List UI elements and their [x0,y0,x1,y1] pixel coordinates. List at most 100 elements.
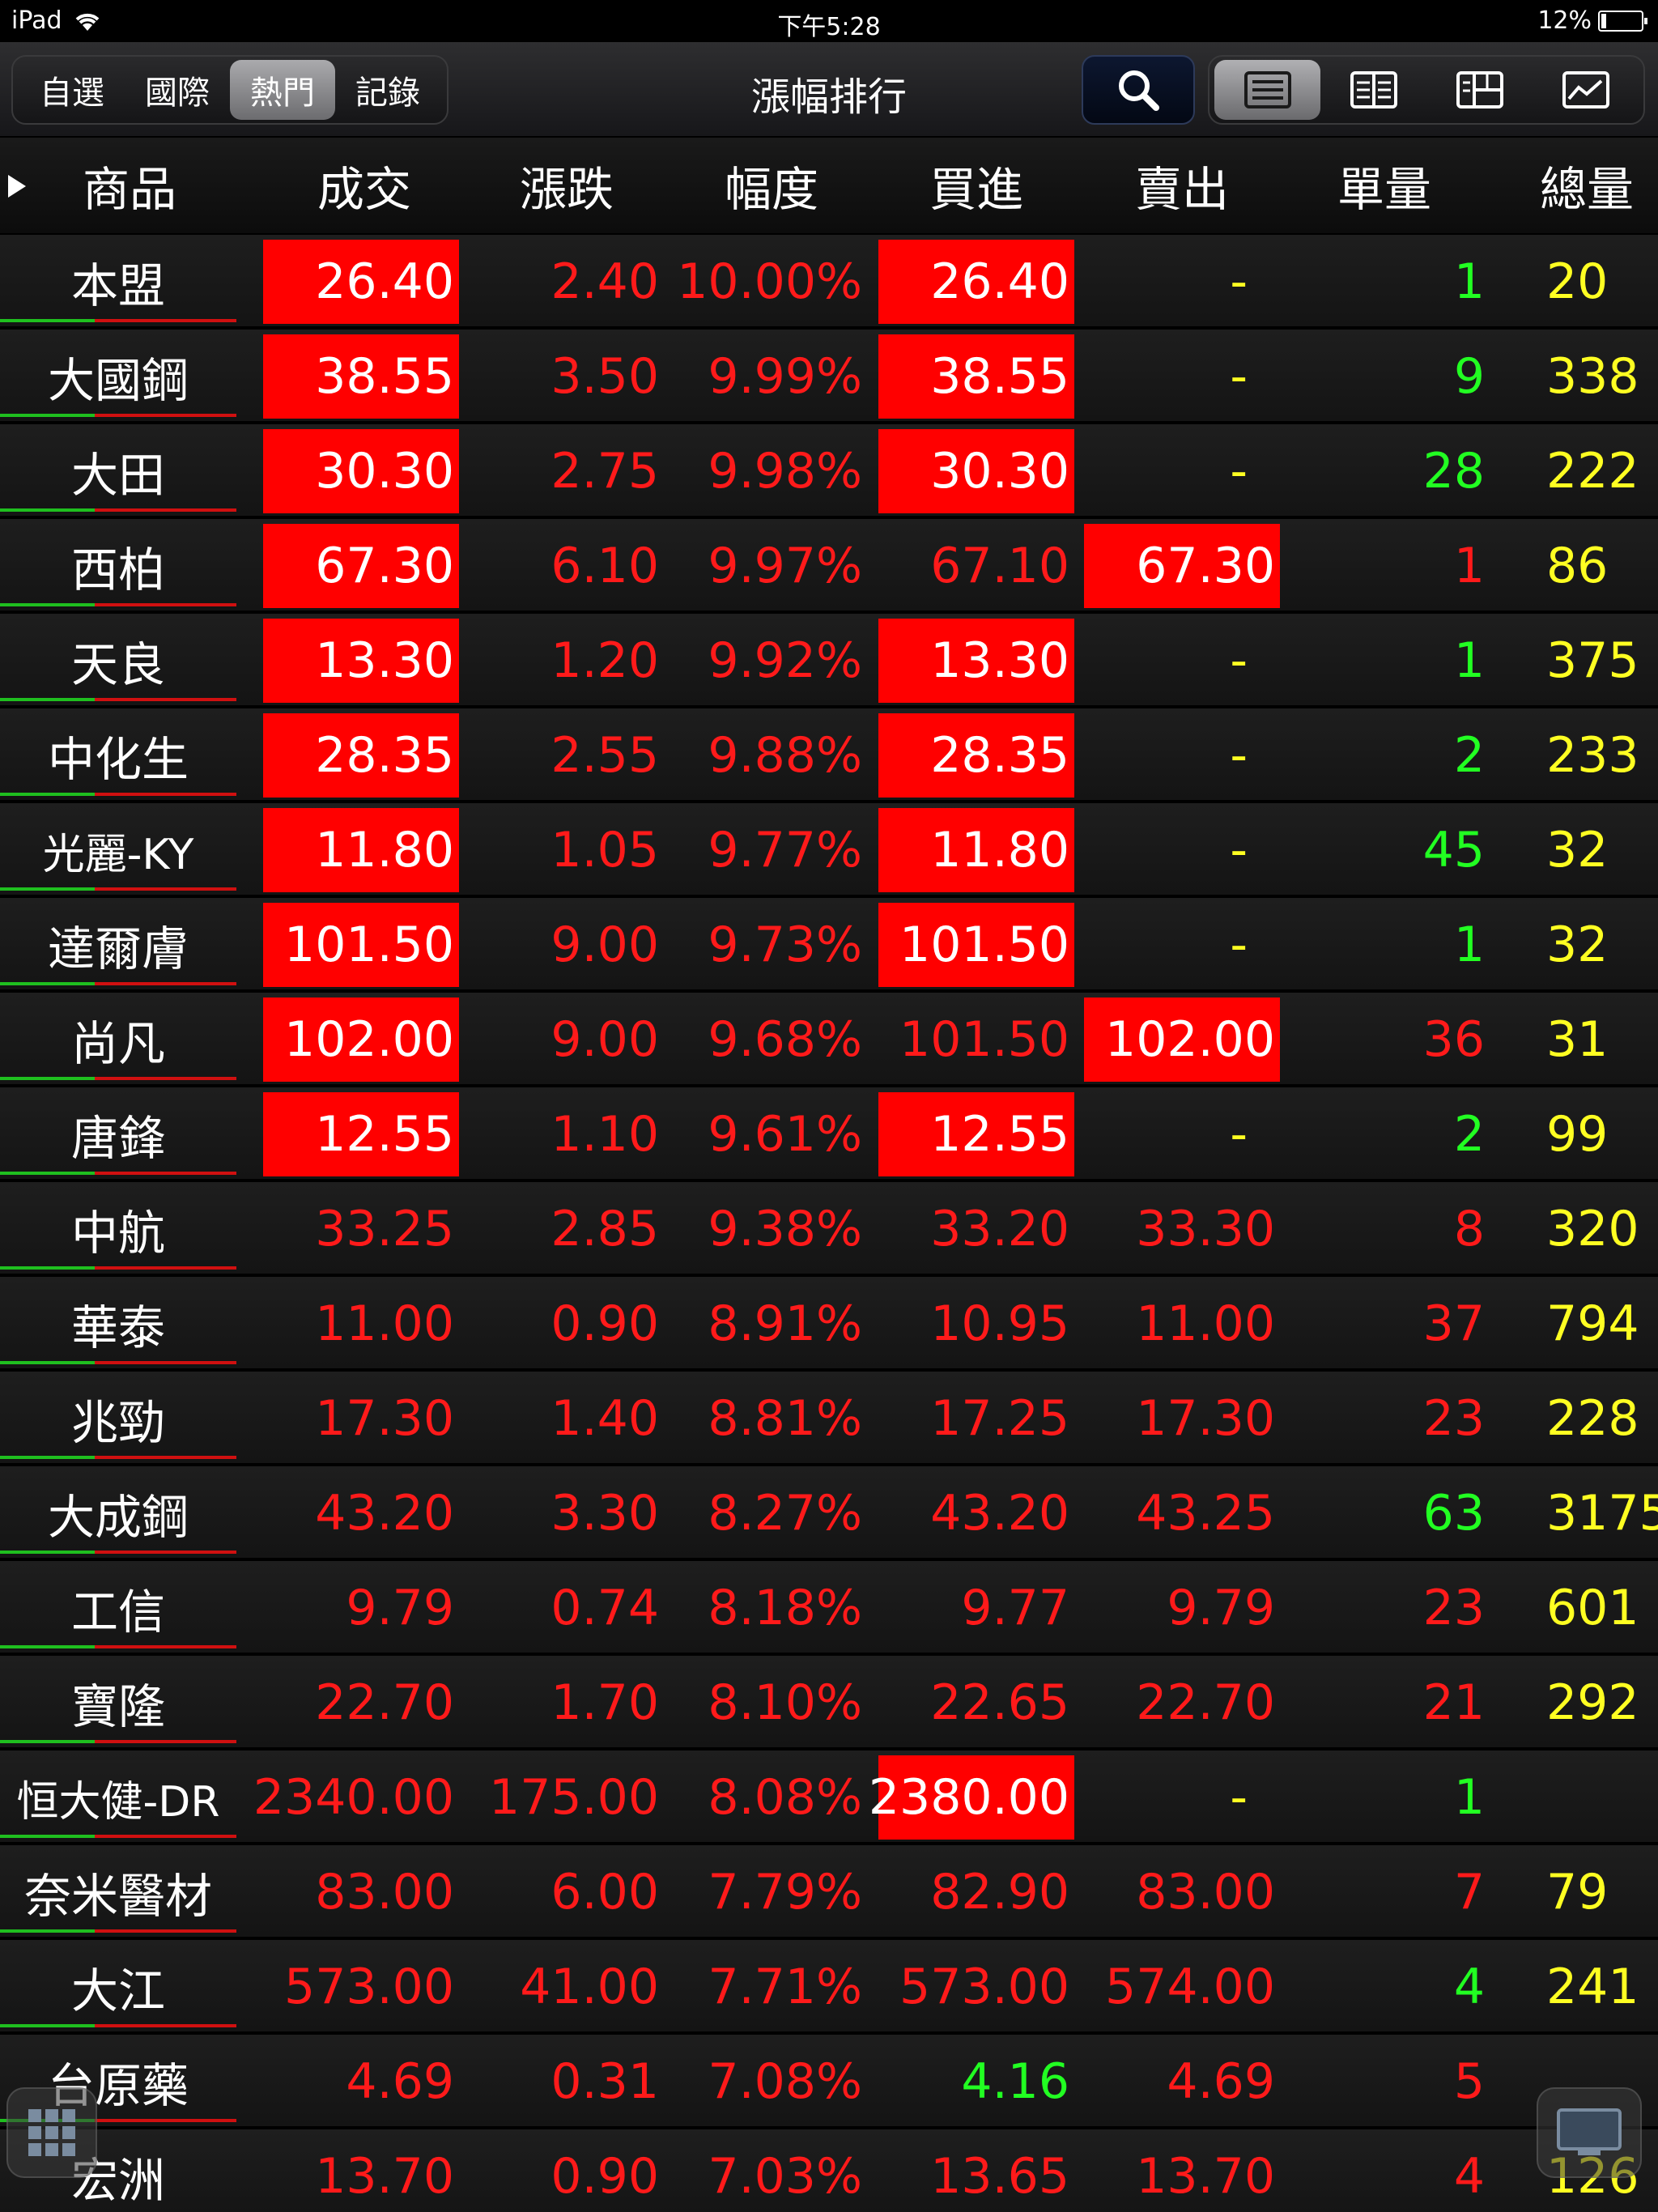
tab-history[interactable]: 記錄 [335,60,440,120]
price-cell: 28.35 [263,713,459,798]
ask-cell: - [1230,253,1248,310]
price-cell: 101.50 [263,903,459,987]
total-cell: 601 [1546,1580,1639,1636]
col-header-percent[interactable]: 幅度 [676,138,867,233]
percent-cell: 8.08% [708,1769,862,1826]
change-cell: 9.00 [551,1011,659,1068]
table-row[interactable]: 達爾膚 101.50 9.00 9.73% 101.50 - 1 32 [0,898,1658,993]
monitor-icon [1557,2108,1622,2155]
bid-cell: 28.35 [878,713,1074,798]
menu-grid-button[interactable] [6,2087,97,2178]
price-cell: 13.70 [315,2148,454,2205]
change-cell: 9.00 [551,917,659,973]
grid-view-button[interactable] [1426,60,1533,120]
col-header-price[interactable]: 成交 [267,138,461,233]
price-cell: 33.25 [315,1201,454,1257]
name-underline [0,603,236,606]
split-view-button[interactable] [1320,60,1426,120]
tab-popular[interactable]: 熱門 [230,60,335,120]
table-row[interactable]: 西柏 67.30 6.10 9.97% 67.10 67.30 1 86 [0,519,1658,614]
table-row[interactable]: 光麗-KY 11.80 1.05 9.77% 11.80 - 45 32 [0,803,1658,898]
chart-view-button[interactable] [1533,60,1639,120]
change-cell: 175.00 [489,1769,659,1826]
table-row[interactable]: 台原藥 4.69 0.31 7.08% 4.16 4.69 5 [0,2035,1658,2129]
table-row[interactable]: 尚凡 102.00 9.00 9.68% 101.50 102.00 36 31 [0,993,1658,1087]
change-cell: 0.74 [551,1580,659,1636]
screen-toggle-button[interactable] [1537,2087,1642,2178]
table-row[interactable]: 唐鋒 12.55 1.10 9.61% 12.55 - 2 99 [0,1087,1658,1182]
bid-cell: 9.77 [961,1580,1069,1636]
col-header-ask[interactable]: 賣出 [1084,138,1280,233]
total-cell: 20 [1546,253,1609,310]
price-cell: 11.00 [315,1295,454,1352]
name-underline [0,1929,236,1933]
change-cell: 41.00 [520,1959,659,2015]
table-row[interactable]: 兆勁 17.30 1.40 8.81% 17.25 17.30 23 228 [0,1372,1658,1466]
table-row[interactable]: 奈米醫材 83.00 6.00 7.79% 82.90 83.00 7 79 [0,1845,1658,1940]
table-row[interactable]: 工信 9.79 0.74 8.18% 9.77 9.79 23 601 [0,1561,1658,1656]
ask-cell: - [1230,1106,1248,1163]
ask-cell: - [1230,348,1248,405]
expand-arrow-icon[interactable] [8,175,26,198]
table-row[interactable]: 中化生 28.35 2.55 9.88% 28.35 - 2 233 [0,708,1658,803]
tab-watchlist[interactable]: 自選 [19,60,125,120]
bid-cell: 12.55 [878,1092,1074,1176]
total-cell: 233 [1546,727,1639,784]
table-row[interactable]: 中航 33.25 2.85 9.38% 33.20 33.30 8 320 [0,1182,1658,1277]
volume-cell: 2 [1453,1106,1485,1163]
col-header-name[interactable]: 商品 [32,138,227,233]
volume-cell: 63 [1422,1485,1485,1542]
bid-cell: 30.30 [878,429,1074,513]
col-header-volume[interactable]: 單量 [1287,138,1482,233]
ask-cell: 17.30 [1136,1390,1275,1447]
total-cell: 32 [1546,822,1609,878]
table-row[interactable]: 大江 573.00 41.00 7.71% 573.00 574.00 4 241 [0,1940,1658,2035]
search-icon [1119,70,1159,111]
table-row[interactable]: 寶隆 22.70 1.70 8.10% 22.65 22.70 21 292 [0,1656,1658,1750]
name-underline [0,1266,236,1270]
table-row[interactable]: 天良 13.30 1.20 9.92% 13.30 - 1 375 [0,614,1658,708]
table-row[interactable]: 華泰 11.00 0.90 8.91% 10.95 11.00 37 794 [0,1277,1658,1372]
total-cell: 228 [1546,1390,1639,1447]
battery-icon [1598,10,1647,32]
stock-name: 尚凡 [70,1016,165,1071]
chart-view-icon [1562,71,1609,108]
table-row[interactable]: 大成鋼 43.20 3.30 8.27% 43.20 43.25 63 3175 [0,1466,1658,1561]
bid-cell: 33.20 [930,1201,1069,1257]
ask-cell: - [1230,1769,1248,1826]
grid-view-icon [1456,71,1503,108]
bid-cell: 82.90 [930,1864,1069,1921]
col-header-change[interactable]: 漲跌 [470,138,664,233]
change-cell: 1.40 [551,1390,659,1447]
price-cell: 9.79 [346,1580,454,1636]
bid-cell: 13.65 [930,2148,1069,2205]
col-header-bid[interactable]: 買進 [878,138,1074,233]
change-cell: 6.00 [551,1864,659,1921]
table-row[interactable]: 本盟 26.40 2.40 10.00% 26.40 - 1 20 [0,235,1658,330]
list-view-button[interactable] [1214,60,1320,120]
tab-international[interactable]: 國際 [125,60,230,120]
volume-cell: 2 [1453,727,1485,784]
percent-cell: 9.61% [708,1106,862,1163]
stock-name: 中航 [70,1206,165,1261]
total-cell: 375 [1546,632,1639,689]
percent-cell: 9.73% [708,917,862,973]
percent-cell: 9.99% [708,348,862,405]
total-cell: 86 [1546,538,1609,594]
bid-cell: 10.95 [930,1295,1069,1352]
table-row[interactable]: 大田 30.30 2.75 9.98% 30.30 - 28 222 [0,424,1658,519]
percent-cell: 9.92% [708,632,862,689]
change-cell: 1.70 [551,1674,659,1731]
search-button[interactable] [1082,55,1195,125]
stock-name: 寶隆 [70,1679,165,1734]
table-row[interactable]: 大國鋼 38.55 3.50 9.99% 38.55 - 9 338 [0,330,1658,424]
table-row[interactable]: 恒大健-DR 2340.00 175.00 8.08% 2380.00 - 1 [0,1750,1658,1845]
total-cell: 31 [1546,1011,1609,1068]
col-header-total[interactable]: 總量 [1490,138,1658,233]
percent-cell: 7.03% [708,2148,862,2205]
table-row[interactable]: 宏洲13.700.907.03%13.6513.704126 [0,2129,1658,2212]
ask-cell: 83.00 [1136,1864,1275,1921]
volume-cell: 9 [1453,348,1485,405]
price-cell: 30.30 [263,429,459,513]
change-cell: 3.30 [551,1485,659,1542]
